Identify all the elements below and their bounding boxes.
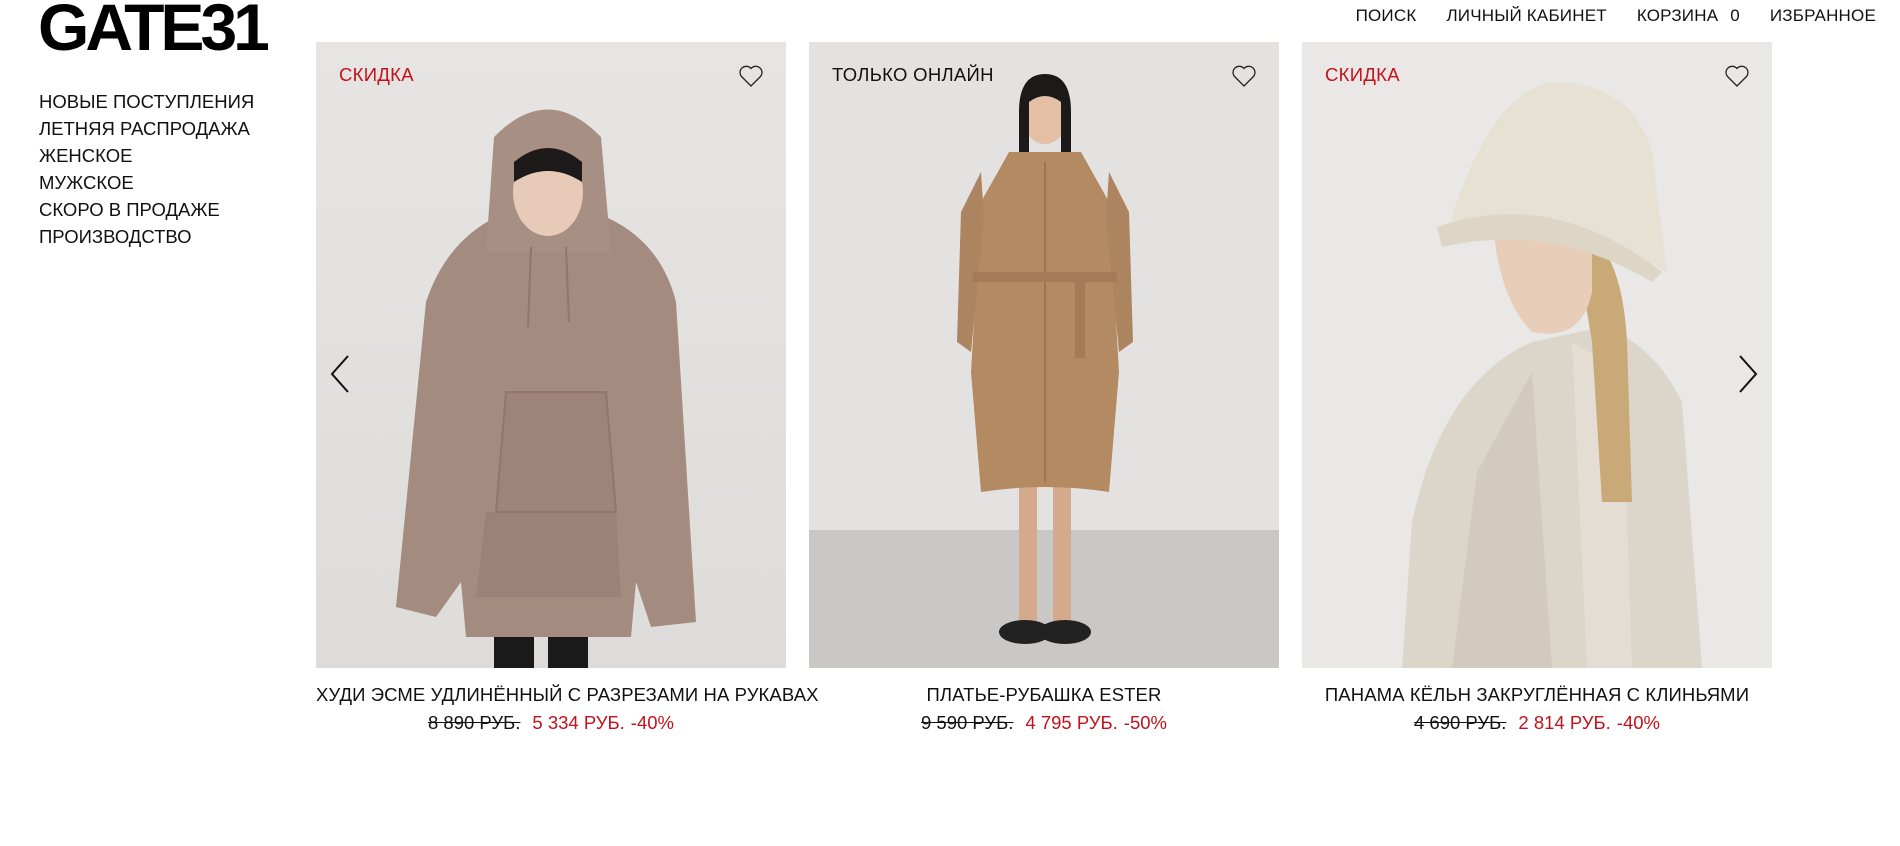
discount-percent: -40% xyxy=(1616,712,1660,733)
product-prices: 8 890 РУБ. 5 334 РУБ. -40% xyxy=(316,712,786,734)
sale-price: 2 814 РУБ. xyxy=(1518,712,1611,733)
favorites-link[interactable]: ИЗБРАННОЕ xyxy=(1770,6,1876,26)
heart-outline-icon[interactable] xyxy=(1724,64,1750,88)
product-name[interactable]: ХУДИ ЭСМЕ УДЛИНЁННЫЙ С РАЗРЕЗАМИ НА РУКА… xyxy=(316,684,818,706)
product-prices: 4 690 РУБ. 2 814 РУБ. -40% xyxy=(1302,712,1772,734)
side-nav: НОВЫЕ ПОСТУПЛЕНИЯ ЛЕТНЯЯ РАСПРОДАЖА ЖЕНС… xyxy=(39,90,254,248)
woman-in-taupe-hoodie-image xyxy=(316,42,786,668)
online-only-badge: ТОЛЬКО ОНЛАЙН xyxy=(832,64,994,85)
product-image[interactable]: СКИДКА xyxy=(316,42,786,668)
cart-count: 0 xyxy=(1730,6,1740,25)
old-price: 8 890 РУБ. xyxy=(427,712,521,733)
cart-link[interactable]: КОРЗИНА 0 xyxy=(1637,6,1740,26)
side-item-coming-soon[interactable]: СКОРО В ПРОДАЖЕ xyxy=(39,198,254,221)
woman-in-camel-shirt-dress-image xyxy=(809,42,1279,668)
product-image[interactable]: СКИДКА xyxy=(1302,42,1772,668)
discount-percent: -50% xyxy=(1123,712,1167,733)
heart-outline-icon[interactable] xyxy=(738,64,764,88)
side-item-production[interactable]: ПРОИЗВОДСТВО xyxy=(39,225,254,248)
product-card[interactable]: ТОЛЬКО ОНЛАЙН ПЛАТЬЕ-РУБАШКА ESTER 9 590… xyxy=(809,42,1279,734)
sale-badge: СКИДКА xyxy=(339,64,414,85)
sale-badge: СКИДКА xyxy=(1325,64,1400,85)
brand-logo[interactable]: GATE31 xyxy=(38,0,270,60)
sale-price: 5 334 РУБ. xyxy=(532,712,625,733)
sale-price: 4 795 РУБ. xyxy=(1025,712,1118,733)
woman-in-cream-bucket-hat-image xyxy=(1302,42,1772,668)
cart-label: КОРЗИНА xyxy=(1636,6,1719,25)
discount-percent: -40% xyxy=(630,712,674,733)
side-item-men[interactable]: МУЖСКОЕ xyxy=(39,171,254,194)
side-item-new-arrivals[interactable]: НОВЫЕ ПОСТУПЛЕНИЯ xyxy=(39,90,254,113)
chevron-right-icon[interactable] xyxy=(1736,352,1760,396)
side-item-women[interactable]: ЖЕНСКОЕ xyxy=(39,144,254,167)
product-card[interactable]: СКИДКА ХУДИ ЭСМЕ УДЛИНЁННЫЙ С РАЗРЕЗАМИ … xyxy=(316,42,818,734)
side-item-summer-sale[interactable]: ЛЕТНЯЯ РАСПРОДАЖА xyxy=(39,117,254,140)
product-card[interactable]: СКИДКА ПАНАМА КЁЛЬН ЗАКРУГЛЁННАЯ С КЛИНЬ… xyxy=(1302,42,1772,734)
heart-outline-icon[interactable] xyxy=(1231,64,1257,88)
product-image[interactable]: ТОЛЬКО ОНЛАЙН xyxy=(809,42,1279,668)
product-name[interactable]: ПЛАТЬЕ-РУБАШКА ESTER xyxy=(809,684,1279,706)
product-prices: 9 590 РУБ. 4 795 РУБ. -50% xyxy=(809,712,1279,734)
search-link[interactable]: ПОИСК xyxy=(1356,6,1417,26)
old-price: 9 590 РУБ. xyxy=(920,712,1014,733)
chevron-left-icon[interactable] xyxy=(328,352,352,396)
top-nav: ПОИСК ЛИЧНЫЙ КАБИНЕТ КОРЗИНА 0 ИЗБРАННОЕ xyxy=(1356,6,1876,26)
product-carousel: СКИДКА ХУДИ ЭСМЕ УДЛИНЁННЫЙ С РАЗРЕЗАМИ … xyxy=(316,42,1778,742)
account-link[interactable]: ЛИЧНЫЙ КАБИНЕТ xyxy=(1446,6,1606,26)
old-price: 4 690 РУБ. xyxy=(1413,712,1507,733)
product-name[interactable]: ПАНАМА КЁЛЬН ЗАКРУГЛЁННАЯ С КЛИНЬЯМИ xyxy=(1302,684,1772,706)
